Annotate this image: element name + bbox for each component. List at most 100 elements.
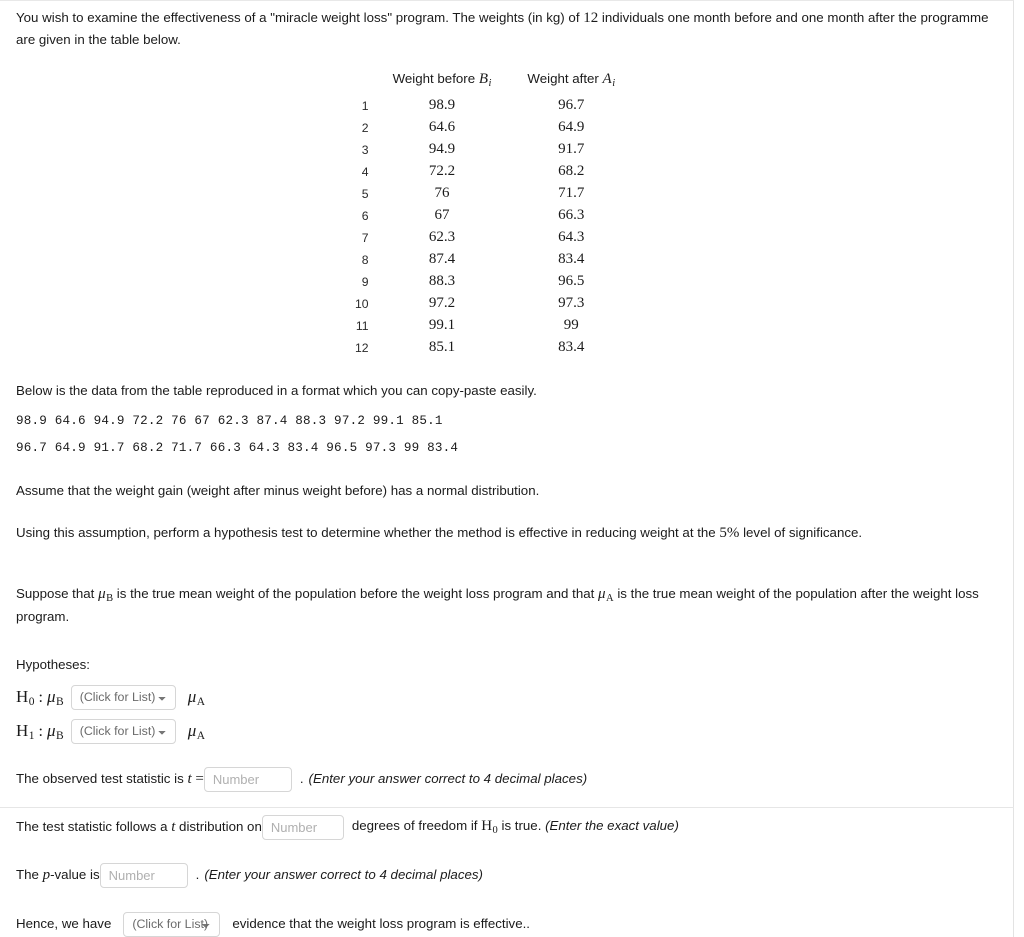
intro-text: You wish to examine the effectiveness of…	[16, 7, 997, 51]
test-statistic-label: The observed test statistic is t =	[16, 768, 204, 791]
cell-after: 97.3	[558, 295, 585, 312]
cell-after: 71.7	[558, 185, 585, 202]
instruction-part1: Using this assumption, perform a hypothe…	[16, 525, 720, 541]
cell-before: 87.4	[428, 251, 456, 268]
cell-before: 94.9	[428, 141, 456, 158]
suppose-block: Suppose that μ B is the true mean weight …	[0, 583, 1013, 628]
row-index: 12	[355, 340, 369, 355]
cell-before: 85.1	[428, 339, 456, 356]
row-index: 5	[361, 186, 369, 201]
conclusion-label-lead: Hence, we have	[16, 915, 112, 931]
cell-before: 62.3	[428, 229, 456, 246]
row-index: 8	[361, 252, 369, 267]
copy-paste-lead: Below is the data from the table reprodu…	[16, 382, 537, 398]
mu-before-subscript: B	[106, 593, 114, 605]
cell-after: 83.4	[558, 339, 585, 356]
table-row: 5 76 71.7	[355, 183, 633, 205]
significance-level: 5%	[719, 525, 740, 542]
row-index: 11	[355, 318, 369, 333]
row-index: 9	[361, 274, 369, 289]
p-value-input[interactable]	[99, 862, 188, 888]
p-value-note: (Enter your answer correct to 4 decimal …	[204, 866, 483, 882]
instruction-part2: level of significance.	[739, 525, 863, 541]
cell-before: 98.9	[428, 97, 456, 114]
copy-paste-block: Below is the data from the table reprodu…	[0, 381, 1013, 456]
table-row: 1 98.9 96.7	[355, 95, 633, 117]
table-row: 11 99.1 99	[355, 315, 633, 337]
table-row: 3 94.9 91.7	[355, 139, 633, 161]
bottom-divider	[0, 807, 1014, 808]
after-data-line[interactable]: 96.7 64.9 91.7 68.2 71.7 66.3 64.3 83.4 …	[16, 441, 997, 455]
table-header-row: Weight before Bi Weight after Ai	[355, 71, 633, 95]
weight-after-symbol: A	[602, 70, 612, 87]
cell-after: 64.9	[558, 119, 585, 136]
index-column-header	[355, 71, 375, 95]
p-value-label: The p-value is	[16, 864, 100, 887]
table-row: 9 88.3 96.5	[355, 271, 633, 293]
row-index: 2	[361, 120, 369, 135]
test-statistic-label-text: The observed test statistic is	[16, 770, 188, 786]
p-value-period: .	[195, 866, 200, 882]
alt-hypothesis-lead: H1 : μB	[16, 721, 64, 742]
h0-mu: μ	[46, 686, 56, 706]
suppose-text: Suppose that μ B is the true mean weight …	[16, 583, 997, 628]
weight-before-header-text: Weight before	[392, 70, 479, 86]
h0-symbol: H	[16, 686, 29, 706]
suppose-part1: Suppose that	[16, 586, 99, 602]
assumption-text: Assume that the weight gain (weight afte…	[16, 483, 540, 499]
before-data-line[interactable]: 98.9 64.6 94.9 72.2 76 67 62.3 87.4 88.3…	[16, 414, 997, 428]
cell-after: 68.2	[558, 163, 585, 180]
p-value-label-text2: -value is	[50, 866, 100, 882]
weights-table-body: 1 98.9 96.7 2 64.6 64.9 3 94.9 91.7 4 72.2 68.2 …	[355, 95, 633, 359]
intro-sample-size: 12	[583, 10, 599, 26]
df-label-lead: The test statistic follows a t distribut…	[16, 816, 262, 839]
null-hypothesis-row: H0 : μB (Click for List) μA	[16, 684, 997, 710]
table-row: 8 87.4 83.4	[355, 249, 633, 271]
weights-table: Weight before Bi Weight after Ai 1 98.9 96…	[355, 71, 633, 359]
cell-before: 64.6	[428, 119, 456, 136]
p-value-label-text1: The	[16, 866, 43, 882]
assumption-block: Assume that the weight gain (weight afte…	[0, 481, 1013, 502]
row-index: 7	[361, 230, 369, 245]
h0-mu-subscript: B	[56, 695, 64, 708]
weight-before-symbol: B	[478, 70, 488, 87]
weight-after-header: Weight after Ai	[509, 71, 633, 95]
df-label-text4: is true.	[497, 818, 546, 834]
intro-text-part1: You wish to examine the effectiveness of…	[16, 10, 584, 25]
df-label-text1: The test statistic follows a	[16, 818, 172, 834]
alt-hypothesis-trail: μA	[188, 721, 205, 742]
equals-sign: =	[191, 770, 204, 787]
intro-paragraph: You wish to examine the effectiveness of…	[0, 1, 1013, 51]
h1-symbol: H	[16, 720, 29, 740]
conclusion-select[interactable]: (Click for List)	[123, 911, 221, 937]
instruction-block: Using this assumption, perform a hypothe…	[0, 522, 1013, 545]
cell-before: 88.3	[428, 273, 456, 290]
h1-mu: μ	[46, 720, 56, 740]
h1-colon: :	[34, 722, 47, 740]
hypotheses-label: Hypotheses:	[16, 657, 90, 673]
h1-mu-subscript: B	[56, 729, 64, 742]
mu-after-symbol: μ	[598, 586, 606, 603]
alt-hypothesis-row: H1 : μB (Click for List) μA	[16, 718, 997, 744]
df-note: (Enter the exact value)	[545, 818, 679, 834]
cell-after: 66.3	[558, 207, 585, 224]
weight-after-header-text: Weight after	[527, 70, 603, 86]
null-hypothesis-select[interactable]: (Click for List)	[70, 684, 176, 710]
cell-after: 83.4	[558, 251, 585, 268]
instruction-text: Using this assumption, perform a hypothe…	[16, 522, 997, 545]
alt-hypothesis-select[interactable]: (Click for List)	[70, 718, 176, 744]
df-h-symbol: H	[481, 818, 493, 835]
test-statistic-note: (Enter your answer correct to 4 decimal …	[308, 770, 588, 786]
h1-mu-a-subscript: A	[196, 729, 206, 742]
test-statistic-input[interactable]	[203, 766, 292, 792]
cell-before: 99.1	[428, 317, 456, 334]
weight-before-header: Weight before Bi	[375, 71, 510, 95]
h0-colon: :	[34, 688, 47, 706]
table-row: 7 62.3 64.3	[355, 227, 633, 249]
cell-before: 67	[434, 207, 450, 224]
table-row: 10 97.2 97.3	[355, 293, 633, 315]
cell-before: 97.2	[428, 295, 456, 312]
suppose-part2: is the true mean weight of the populatio…	[113, 586, 599, 602]
table-row: 12 85.1 83.4	[355, 337, 633, 359]
degrees-of-freedom-input[interactable]	[261, 814, 344, 840]
